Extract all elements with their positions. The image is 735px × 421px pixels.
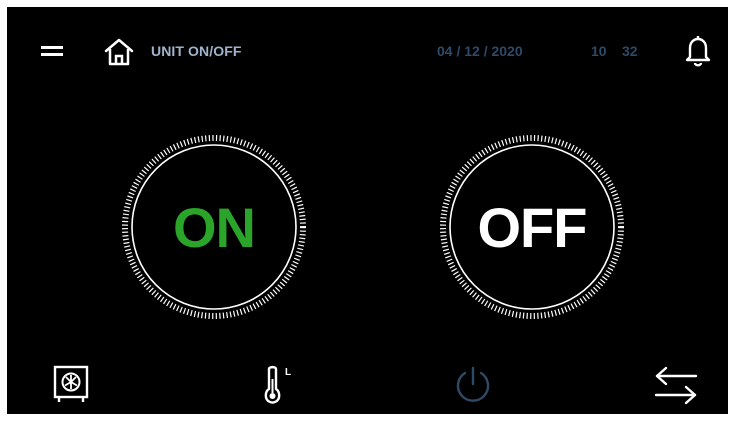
thermometer-letter: L	[285, 367, 292, 378]
off-label: OFF	[477, 195, 588, 259]
bell-icon[interactable]	[685, 35, 711, 67]
menu-icon[interactable]	[41, 43, 63, 59]
unit-fan-icon[interactable]	[53, 365, 89, 405]
time-hours: 10	[591, 43, 607, 59]
swap-arrows-icon[interactable]	[653, 365, 699, 405]
date-display: 04 / 12 / 2020	[437, 43, 523, 59]
on-label: ON	[173, 195, 256, 259]
power-icon[interactable]	[453, 365, 493, 405]
page-title: UNIT ON/OFF	[151, 43, 242, 59]
thermometer-icon[interactable]: L	[259, 365, 299, 405]
off-button[interactable]: OFF	[439, 134, 625, 320]
time-minutes: 32	[622, 43, 638, 59]
home-icon[interactable]	[103, 37, 135, 67]
screen: UNIT ON/OFF 04 / 12 / 2020 10 32 ON OFF	[7, 7, 728, 414]
on-button[interactable]: ON	[121, 134, 307, 320]
